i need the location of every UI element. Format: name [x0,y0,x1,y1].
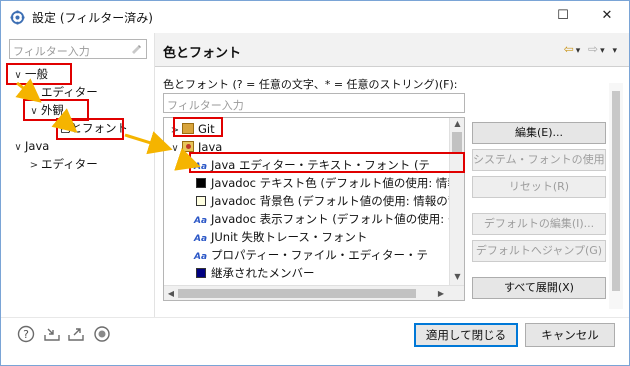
navigation-arrows: ⇦▾ ⇨▾ ▾ [564,42,619,56]
scroll-thumb[interactable] [178,289,416,298]
tree-item-label: Javadoc 表示フォント (デフォルト値の使用: ダイアロ [211,212,464,226]
tree-item-label: プロパティー・ファイル・エディター・テ [211,248,429,262]
edit-default-button[interactable]: デフォルトの編集(I)... [472,213,606,235]
tree-vertical-scrollbar[interactable]: ▲ ▼ [449,118,464,286]
forward-dropdown-icon[interactable]: ▾ [600,46,607,56]
window-title: 設定 (フィルター済み) [32,11,153,25]
highlight-box-java-editor-font [189,152,465,173]
highlight-box-java-category [173,117,223,137]
right-filter-input[interactable]: フィルター入力 [163,93,465,113]
export-icon[interactable] [67,325,85,343]
help-icon[interactable]: ? [17,325,35,343]
reset-button[interactable]: リセット(R) [472,176,606,198]
left-filter-placeholder: フィルター入力 [13,45,90,58]
tree-item-properties-editor-font[interactable]: Aa プロパティー・ファイル・エディター・テ [194,246,428,264]
scroll-thumb[interactable] [612,91,620,291]
tree-item-label: Javadoc テキスト色 (デフォルト値の使用: 情報のテ [211,176,465,190]
goto-default-button[interactable]: デフォルトへジャンプ(G) [472,240,606,262]
page-vertical-scrollbar[interactable] [609,83,623,309]
tree-item-label: Javadoc 背景色 (デフォルト値の使用: 情報の背景 [211,194,465,208]
expand-twisty-icon[interactable]: ∨ [168,140,182,158]
use-system-font-button[interactable]: システム・フォントの使用(U) [472,149,606,171]
back-dropdown-icon[interactable]: ▾ [576,46,583,56]
tree-item-javadoc-text-color[interactable]: Javadoc テキスト色 (デフォルト値の使用: 情報のテ [194,174,465,192]
scroll-right-icon[interactable]: ▶ [434,286,448,300]
tree-item-label: エディター [41,85,98,99]
close-button[interactable]: ✕ [585,3,629,29]
back-arrow-icon[interactable]: ⇦ [564,42,576,56]
java-folder-icon [182,141,194,152]
forward-arrow-icon[interactable]: ⇨ [588,42,600,56]
eclipse-gear-icon [10,10,25,25]
color-swatch-icon [196,178,206,188]
tree-item-label: Java [25,139,50,153]
clear-filter-icon[interactable] [130,43,142,55]
tree-item-label: 継承されたメンバー [211,266,315,280]
edit-button[interactable]: 編集(E)... [472,122,606,144]
page-title: 色とフォント [163,46,242,61]
scroll-left-icon[interactable]: ◀ [164,286,178,300]
expand-twisty-icon[interactable]: ∨ [11,139,25,157]
scroll-down-icon[interactable]: ▼ [450,272,464,281]
maximize-button[interactable]: ☐ [541,3,585,29]
apply-and-close-button[interactable]: 適用して閉じる [414,323,518,347]
svg-text:?: ? [23,328,29,341]
expand-all-button[interactable]: すべて展開(X) [472,277,606,299]
tree-item-inherited-members[interactable]: 継承されたメンバー [194,264,315,282]
colors-and-fonts-page: 色とフォント ⇦▾ ⇨▾ ▾ 色とフォント (? = 任意の文字、* = 任意の… [155,33,629,317]
view-menu-icon[interactable]: ▾ [612,46,619,56]
tree-item-javadoc-display-font[interactable]: AaJavadoc 表示フォント (デフォルト値の使用: ダイアロ [194,210,464,228]
preference-tree-pane: フィルター入力 ∨ 一般 エディター ∨ 外観 色とフォント ∨ Java > エディタ… [1,33,151,317]
highlight-box-colors-and-fonts [56,118,124,140]
preferences-window: 設定 (フィルター済み) ☐ ✕ フィルター入力 ∨ 一般 エディター ∨ 外観 色… [0,0,630,366]
tree-item-java[interactable]: ∨ Java [11,137,49,155]
import-icon[interactable] [43,325,61,343]
record-icon[interactable] [93,325,111,343]
page-header: 色とフォント ⇦▾ ⇨▾ ▾ [155,33,629,67]
tree-horizontal-scrollbar[interactable]: ◀ ▶ [164,285,464,300]
tree-item-java-editor[interactable]: > エディター [27,155,98,173]
title-bar: 設定 (フィルター済み) ☐ ✕ [1,1,629,33]
filter-description: 色とフォント (? = 任意の文字、* = 任意のストリング)(F): [163,78,458,91]
right-filter-placeholder: フィルター入力 [167,99,244,112]
tree-item-javadoc-background[interactable]: Javadoc 背景色 (デフォルト値の使用: 情報の背景 [194,192,465,210]
cancel-button[interactable]: キャンセル [525,323,615,347]
colors-fonts-tree[interactable]: > Git ∨ Java Aa Java エディター・テキスト・フォント (テ Jav… [163,117,465,301]
highlight-box-general [6,63,72,85]
color-swatch-icon [196,268,206,278]
tree-item-label: エディター [41,157,98,171]
scroll-thumb[interactable] [452,132,462,154]
scroll-up-icon[interactable]: ▲ [450,119,464,128]
collapse-twisty-icon[interactable]: > [27,157,41,175]
left-filter-input[interactable]: フィルター入力 [9,39,147,59]
tree-item-junit-font[interactable]: Aa JUnit 失敗トレース・フォント [194,228,367,246]
color-swatch-icon [196,196,206,206]
footer-separator [1,317,629,318]
tree-item-label: JUnit 失敗トレース・フォント [211,230,368,244]
